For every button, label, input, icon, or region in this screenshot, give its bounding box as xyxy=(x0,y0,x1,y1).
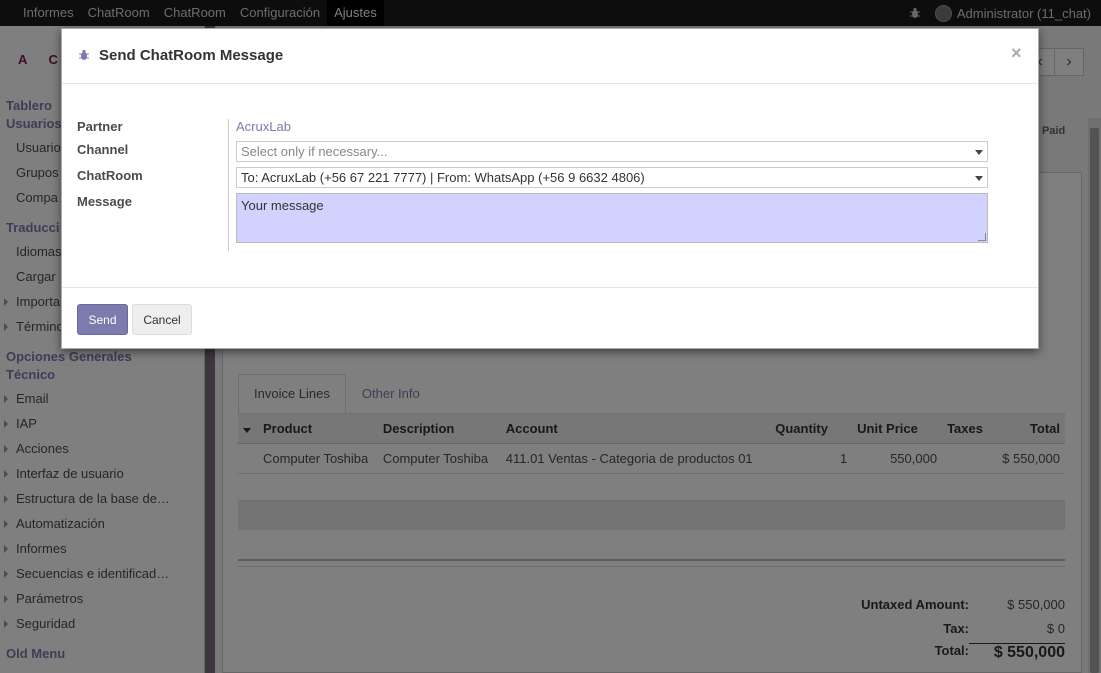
chatroom-select[interactable]: To: AcruxLab (+56 67 221 7777) | From: W… xyxy=(236,167,988,188)
form-separator xyxy=(228,119,229,251)
resize-grip-icon[interactable] xyxy=(978,233,986,241)
modal-header: Send ChatRoom Message × xyxy=(62,29,1038,84)
channel-select[interactable]: Select only if necessary... xyxy=(236,141,988,162)
partner-label: Partner xyxy=(77,119,123,134)
dropdown-arrow-icon xyxy=(975,150,983,155)
channel-label: Channel xyxy=(77,142,129,157)
cancel-button[interactable]: Cancel xyxy=(132,304,192,335)
partner-link[interactable]: AcruxLab xyxy=(236,119,291,134)
channel-placeholder: Select only if necessary... xyxy=(241,144,388,159)
send-chatroom-message-dialog: Send ChatRoom Message × Partner Channel … xyxy=(61,28,1039,349)
modal-title: Send ChatRoom Message xyxy=(99,47,284,64)
close-icon[interactable]: × xyxy=(1011,43,1022,64)
chatroom-label: ChatRoom xyxy=(77,168,143,183)
modal-footer: Send Cancel xyxy=(62,287,1038,349)
chatroom-value: To: AcruxLab (+56 67 221 7777) | From: W… xyxy=(241,170,645,185)
message-textarea[interactable]: Your message xyxy=(236,193,988,243)
message-label: Message xyxy=(77,194,132,209)
dropdown-arrow-icon xyxy=(975,176,983,181)
debug-bug-icon[interactable] xyxy=(78,49,90,61)
message-text: Your message xyxy=(241,198,324,213)
send-button[interactable]: Send xyxy=(77,304,128,335)
